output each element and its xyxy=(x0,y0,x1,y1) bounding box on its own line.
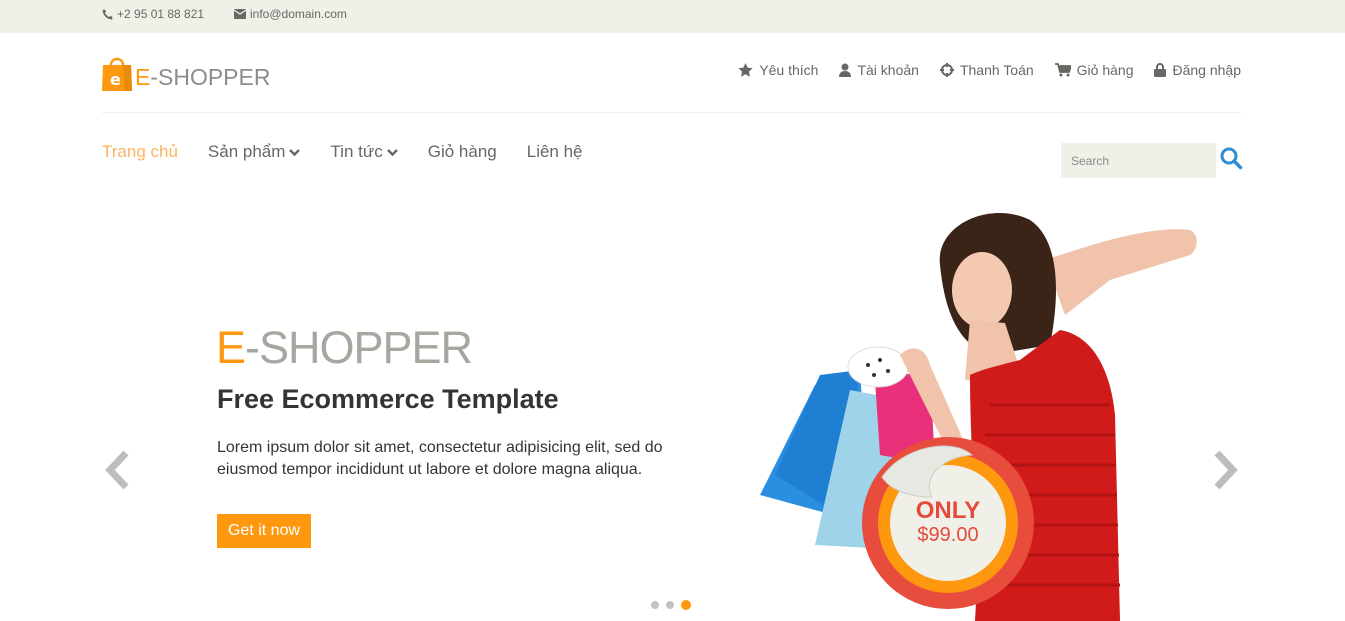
lock-icon xyxy=(1154,63,1167,77)
nav-products[interactable]: Sản phẩm xyxy=(208,142,301,162)
search-input[interactable] xyxy=(1061,143,1216,178)
badge-price-text: $99.00 xyxy=(917,524,979,546)
price-badge: ONLY $99.00 xyxy=(862,437,1034,609)
email-address: info@domain.com xyxy=(250,7,347,21)
nav-news[interactable]: Tin tức xyxy=(330,142,398,162)
checkout-label: Thanh Toán xyxy=(959,62,1034,78)
user-icon xyxy=(839,63,852,77)
login-link[interactable]: Đăng nhập xyxy=(1154,62,1241,78)
brand-name: E-SHOPPER xyxy=(135,63,271,90)
phone-number: +2 95 01 88 821 xyxy=(117,7,205,21)
search-icon[interactable] xyxy=(1219,146,1243,170)
badge-only-text: ONLY xyxy=(915,497,981,524)
get-it-now-button[interactable]: Get it now xyxy=(217,514,311,548)
email-contact[interactable]: info@domain.com xyxy=(234,7,347,21)
wishlist-link[interactable]: Yêu thích xyxy=(738,62,818,78)
phone-contact[interactable]: +2 95 01 88 821 xyxy=(102,7,204,21)
svg-text:e: e xyxy=(110,70,121,89)
slider-title: E-SHOPPER xyxy=(216,322,473,373)
nav-home[interactable]: Trang chủ xyxy=(102,142,178,162)
shopping-bag-logo-icon: e xyxy=(101,53,133,93)
nav-contact[interactable]: Liên hệ xyxy=(527,142,583,162)
slider-subtitle: Free Ecommerce Template xyxy=(217,384,559,414)
chevron-down-icon xyxy=(386,142,398,162)
chevron-down-icon xyxy=(289,142,301,162)
header-divider xyxy=(102,112,1241,113)
checkout-link[interactable]: Thanh Toán xyxy=(939,62,1034,78)
user-nav: Yêu thích Tài khoản Thanh Toán Giỏ hàng … xyxy=(717,62,1241,78)
account-link[interactable]: Tài khoản xyxy=(839,62,919,78)
account-label: Tài khoản xyxy=(857,62,919,78)
slider-description: Lorem ipsum dolor sit amet, consectetur … xyxy=(217,439,663,478)
slider-dot-2[interactable] xyxy=(666,601,674,609)
login-label: Đăng nhập xyxy=(1172,62,1241,78)
crosshairs-icon xyxy=(939,63,954,77)
slider-prev-arrow-icon[interactable] xyxy=(102,450,132,490)
slider-indicators xyxy=(651,600,691,610)
site-logo[interactable]: e E-SHOPPER xyxy=(101,53,270,93)
slider-dot-3[interactable] xyxy=(681,600,691,610)
slider-dot-1[interactable] xyxy=(651,601,659,609)
cart-label: Giỏ hàng xyxy=(1076,62,1134,78)
cart-icon xyxy=(1054,63,1071,77)
envelope-icon xyxy=(234,9,246,19)
cart-link[interactable]: Giỏ hàng xyxy=(1054,62,1134,78)
phone-icon xyxy=(102,9,113,20)
star-icon xyxy=(738,63,753,77)
main-nav: Trang chủ Sản phẩm Tin tức Giỏ hàng Liên… xyxy=(102,142,613,162)
wishlist-label: Yêu thích xyxy=(759,62,819,78)
top-bar: +2 95 01 88 821 info@domain.com xyxy=(0,0,1345,33)
nav-cart[interactable]: Giỏ hàng xyxy=(428,142,497,162)
